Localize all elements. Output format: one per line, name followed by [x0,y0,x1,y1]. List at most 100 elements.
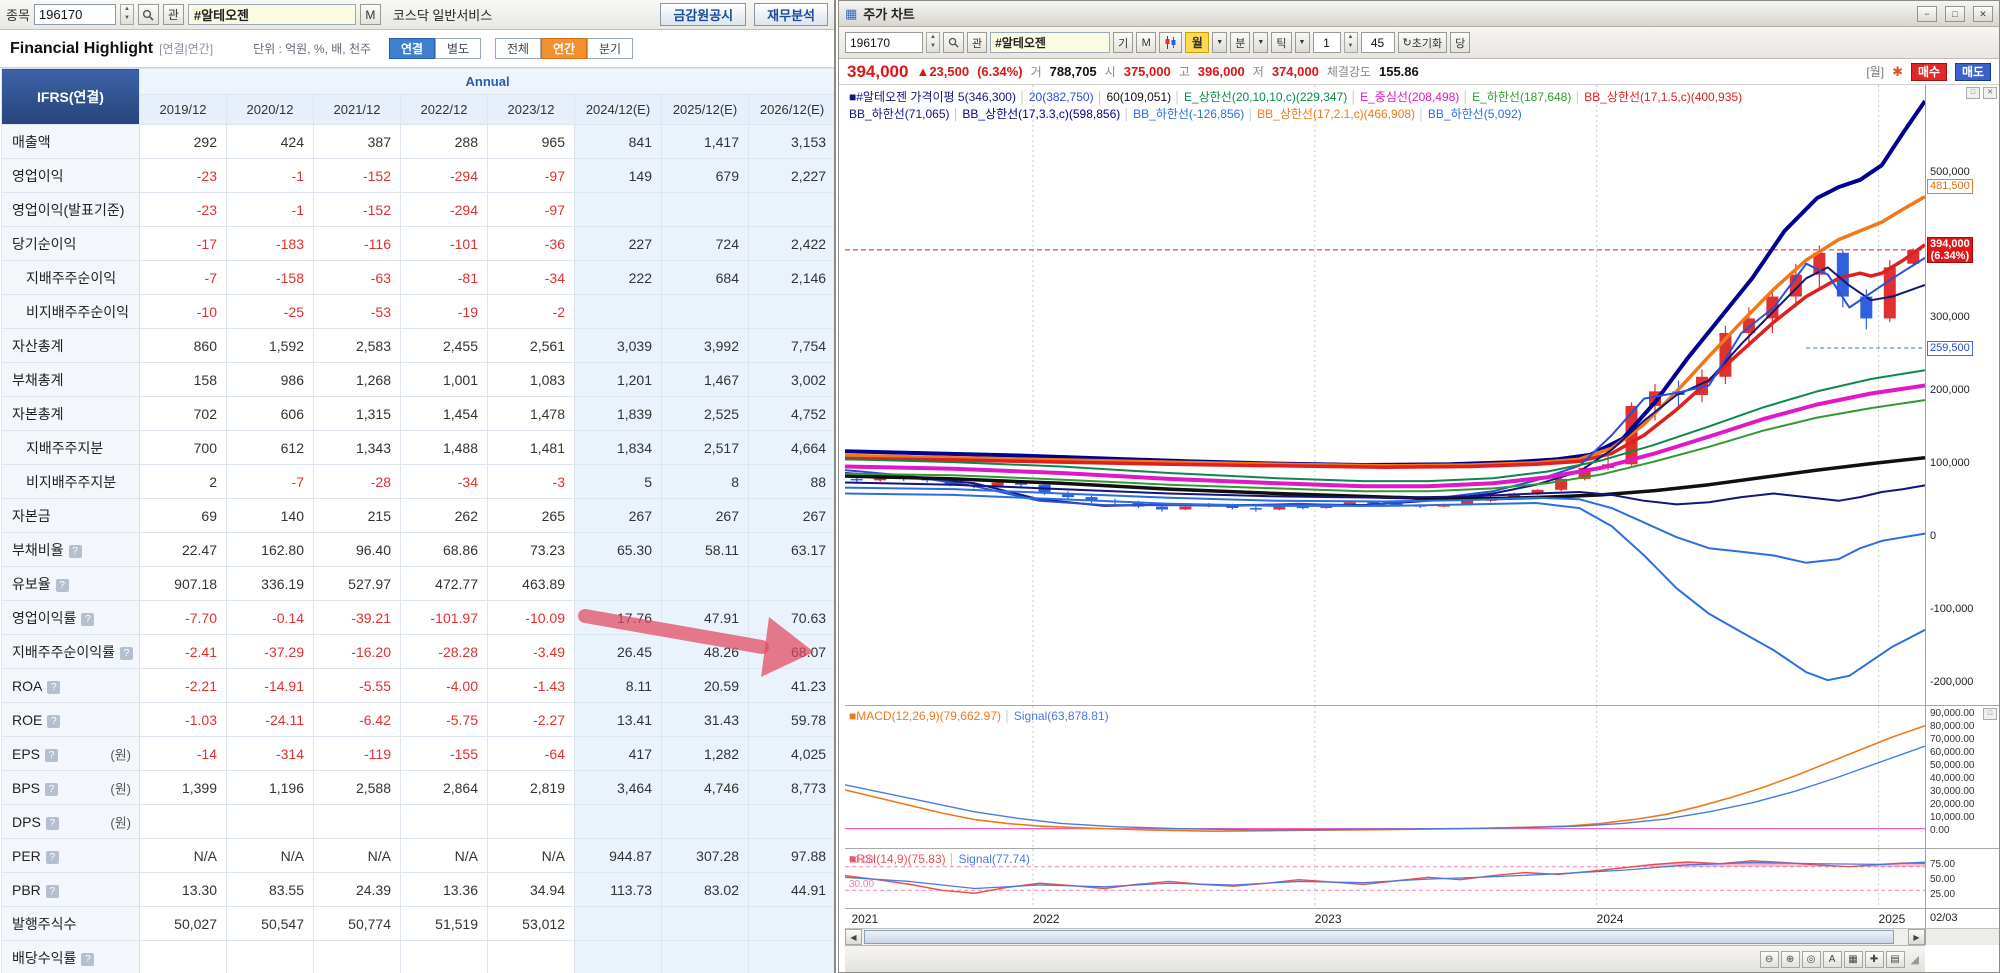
info-icon[interactable]: ? [47,715,60,728]
info-icon[interactable]: ? [46,885,59,898]
scrollbar-track[interactable] [862,929,1908,945]
info-icon[interactable]: ? [81,953,94,966]
upper-band-marker: 481,500 [1927,179,1973,194]
scroll-left-icon[interactable]: ◀ [845,929,862,945]
cell: 4,746 [662,771,749,805]
m-button[interactable]: M [360,4,381,25]
info-icon[interactable]: ? [46,851,59,864]
interval-spinner[interactable]: ▲▼ [1344,32,1358,53]
scrollbar-thumb[interactable] [864,930,1894,944]
cell: -53 [314,295,401,329]
cell: -14 [140,737,227,771]
toggle-quarterly[interactable]: 분기 [587,38,633,59]
cell: 986 [227,363,314,397]
market-sector-label: 코스닥 일반서비스 [393,5,492,24]
period-tick-button[interactable]: 틱 [1271,32,1291,53]
chart-scrollbar[interactable]: ◀ ▶ [845,928,1925,945]
cell: 2,146 [749,261,836,295]
info-icon[interactable]: ? [47,681,60,694]
toggle-separate[interactable]: 별도 [435,38,481,59]
cell: -4.00 [401,669,488,703]
bar-count-field[interactable]: 45 [1361,32,1395,53]
info-icon[interactable]: ? [46,817,59,830]
main-pane-settings-icon[interactable]: □ [1966,87,1980,99]
cell: -16.20 [314,635,401,669]
info-icon[interactable]: ? [81,613,94,626]
macd-pane[interactable]: ■MACD(12,26,9)(79,662.97)│Signal(63,878.… [845,705,1925,848]
code-spinner[interactable]: ▲▼ [120,4,134,25]
info-icon[interactable]: ? [69,545,82,558]
toggle-all[interactable]: 전체 [495,38,541,59]
cell [401,805,488,839]
buy-button[interactable]: 매수 [1911,63,1947,81]
rsi-pane[interactable]: ■RSI(14,9)(75.83)│Signal(77.74) 70.0030.… [845,848,1925,908]
zoom-out-icon[interactable]: ⊖ [1760,951,1779,968]
zoom-in-icon[interactable]: ⊕ [1781,951,1800,968]
cell: 68.86 [401,533,488,567]
cell: 1,834 [575,431,662,465]
info-icon[interactable]: ? [45,749,58,762]
chart-code-input[interactable] [845,32,923,53]
chart-code-spinner[interactable]: ▲▼ [926,32,940,53]
chart-gwan-button[interactable]: 관 [967,32,987,53]
info-icon[interactable]: ? [45,783,58,796]
chart-stock-name-field[interactable]: #알테오젠 [990,32,1110,53]
text-tool-icon[interactable]: A [1823,951,1842,968]
cross-line-icon[interactable]: ✚ [1865,951,1884,968]
window-minimize-icon[interactable]: − [1917,6,1937,22]
reset-button[interactable]: ↻ 초기화 [1398,32,1448,53]
grid-icon[interactable]: ▦ [1844,951,1863,968]
period-minute-dropdown-icon[interactable]: ▼ [1253,32,1268,53]
financial-analysis-button[interactable]: 재무분석 [754,3,828,26]
info-icon[interactable]: ? [56,579,69,592]
main-price-pane[interactable]: ■#알테오젠 가격이평 5(346,300)│20(382,750)│60(10… [845,85,1925,705]
cell: -23 [140,193,227,227]
period-minute-button[interactable]: 분 [1230,32,1250,53]
chart-type-icon[interactable] [1159,32,1182,53]
sell-button[interactable]: 매도 [1955,63,1991,81]
toggle-consolidated[interactable]: 연결 [389,38,435,59]
window-maximize-icon[interactable]: □ [1945,6,1965,22]
legend-item: 60(109,051) [1106,90,1171,104]
cell: -314 [227,737,314,771]
main-pane-close-icon[interactable]: ✕ [1983,87,1997,99]
gwan-button[interactable]: 관 [163,4,184,25]
panel-layout-icon[interactable]: ▤ [1886,951,1905,968]
period-tick-dropdown-icon[interactable]: ▼ [1295,32,1310,53]
resize-grip-icon[interactable]: ◢ [1911,953,1919,966]
window-close-icon[interactable]: ✕ [1973,6,1993,22]
row-label: 영업이익(발표기준) [2,193,140,227]
legend-item: BB_상한선(17,3.3,c)(598,856) [962,107,1120,121]
year-column-header: 2026/12(E) [749,95,836,125]
stock-code-input[interactable] [34,4,116,25]
cell: 527.97 [314,567,401,601]
period-month-dropdown-icon[interactable]: ▼ [1212,32,1227,53]
cell: 83.55 [227,873,314,907]
low-value: 374,000 [1272,64,1319,79]
rsi-legend: ■RSI(14,9)(75.83)│Signal(77.74) [849,852,1030,866]
gi-button[interactable]: 기 [1113,32,1133,53]
macd-pane-settings-icon[interactable]: □ [1983,708,1997,720]
legend-item: BB_상한선(17,2.1,c)(466,908) [1257,107,1415,121]
dang-button[interactable]: 당 [1450,32,1470,53]
period-month-button[interactable]: 월 [1185,32,1209,53]
disclosure-button[interactable]: 금감원공시 [660,3,746,26]
chart-search-icon[interactable] [943,32,964,53]
cell: 8 [662,465,749,499]
toggle-annual[interactable]: 연간 [541,38,587,59]
crosshair-icon[interactable]: ◎ [1802,951,1821,968]
scroll-right-icon[interactable]: ▶ [1908,929,1925,945]
legend-item: BB_하한선(5,092) [1428,107,1522,121]
cell: 70.63 [749,601,836,635]
macd-axis-tick: 10,000.00 [1930,812,1975,823]
cell [662,567,749,601]
info-icon[interactable]: ? [120,647,133,660]
search-icon[interactable] [138,4,159,25]
chart-m-button[interactable]: M [1136,32,1156,53]
cell: 88 [749,465,836,499]
cell: 17.76 [575,601,662,635]
chart-settings-icon[interactable]: ✱ [1892,64,1903,80]
cell: -2.41 [140,635,227,669]
stock-name-field[interactable]: #알테오젠 [188,4,356,25]
interval-input[interactable] [1313,32,1341,53]
